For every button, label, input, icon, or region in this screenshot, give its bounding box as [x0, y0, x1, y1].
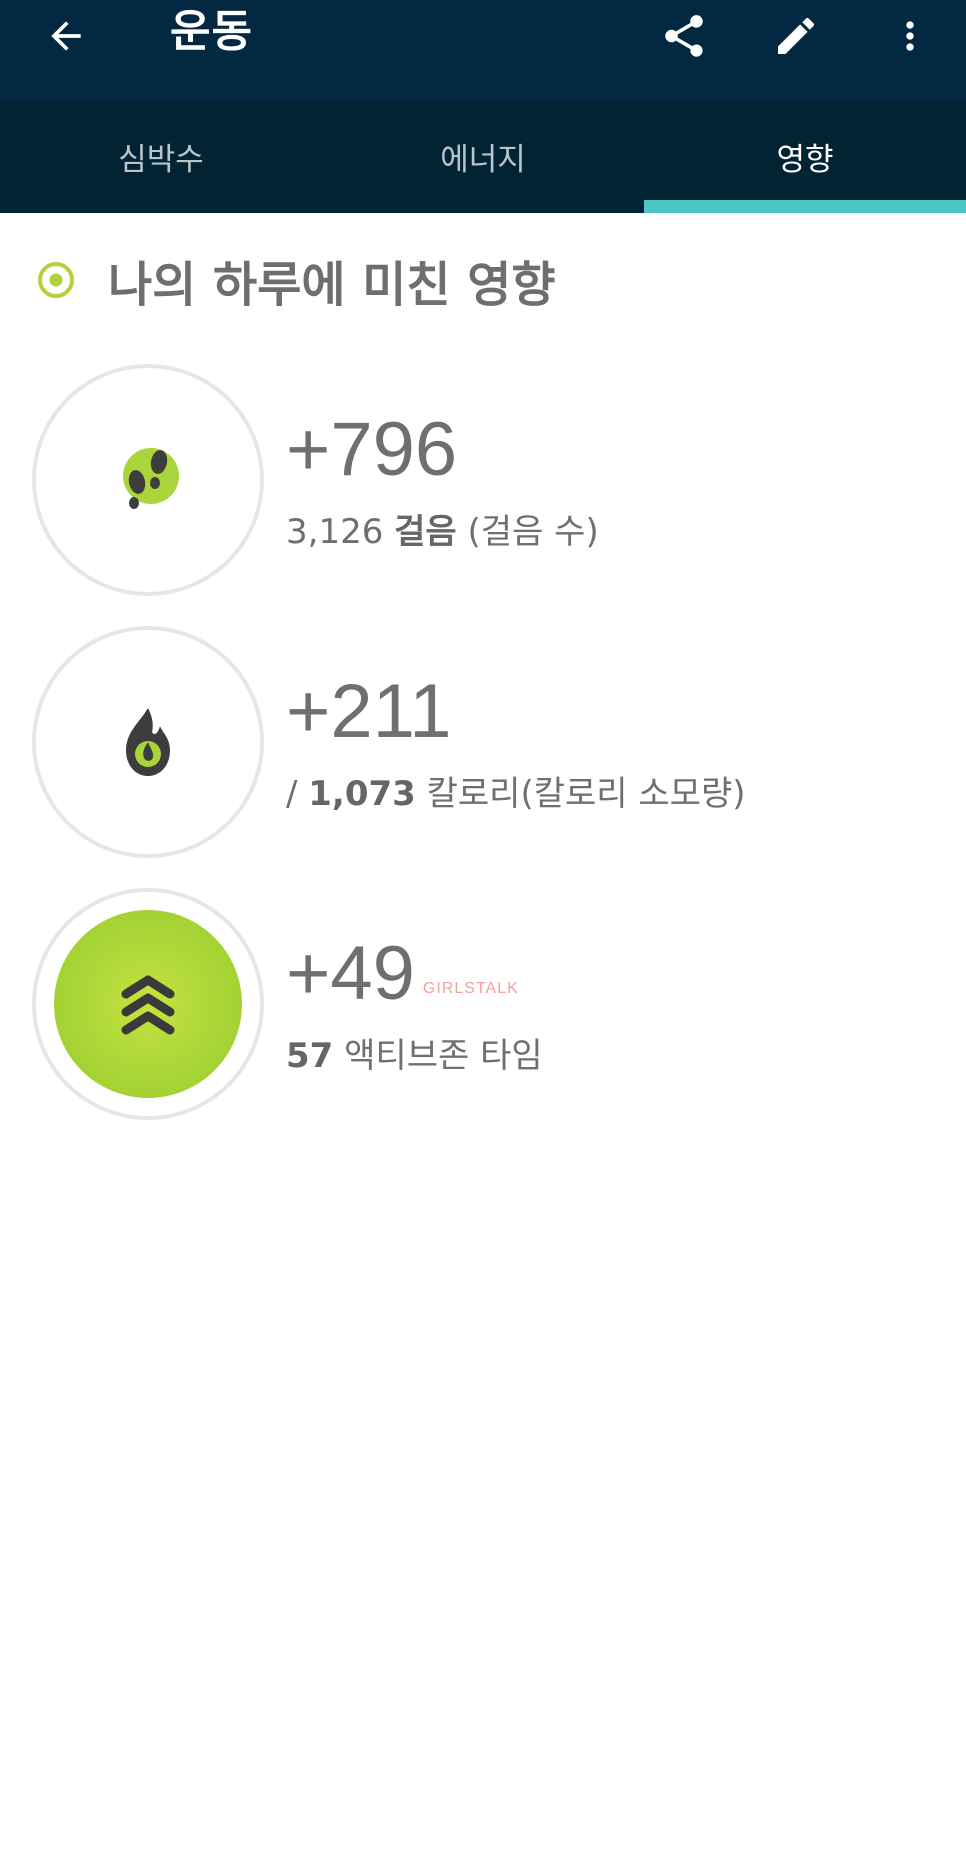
footprints-icon — [123, 448, 179, 509]
page-title: 운동 — [170, 6, 253, 57]
active-zone-detail: 57 액티브존 타임 — [286, 1028, 543, 1077]
app-bar: 운동 — [0, 0, 966, 100]
more-options-button[interactable] — [880, 6, 940, 66]
section-header: 나의 하루에 미친 영향 — [36, 238, 556, 322]
active-zone-unit: 액티브존 타임 — [344, 1036, 543, 1076]
pencil-icon — [778, 17, 815, 54]
steps-note: (걸음 수) — [467, 512, 599, 552]
edit-button[interactable] — [766, 6, 826, 66]
target-icon — [38, 262, 74, 298]
share-icon — [665, 15, 703, 57]
active-zone-badge — [32, 888, 264, 1120]
calories-total: 1,073 — [308, 774, 416, 814]
active-tab-indicator — [644, 200, 966, 213]
steps-detail: 3,126 걸음 (걸음 수) — [286, 504, 599, 553]
active-zone-total: 57 — [286, 1036, 334, 1076]
steps-delta: +796 — [286, 407, 458, 492]
flame-icon — [126, 708, 170, 776]
steps-total: 3,126 — [286, 512, 384, 552]
arrow-left-icon — [51, 21, 81, 51]
active-zone-delta-row: +49 GIRLSTALK — [286, 934, 519, 1014]
calories-note: (칼로리 소모량) — [520, 774, 746, 814]
metric-calories: +211 / 1,073 칼로리(칼로리 소모량) — [32, 626, 932, 858]
tab-energy[interactable]: 에너지 — [322, 100, 644, 213]
active-zone-fill — [54, 910, 242, 1098]
metric-steps: +796 3,126 걸음 (걸음 수) — [32, 364, 932, 596]
steps-badge — [32, 364, 264, 596]
calories-unit: 칼로리 — [426, 774, 521, 814]
calories-delta: +211 — [286, 669, 452, 754]
tab-impact[interactable]: 영향 — [644, 100, 966, 213]
tab-heart-rate[interactable]: 심박수 — [0, 100, 322, 213]
calories-prefix: / — [286, 774, 309, 814]
metric-active-zone: +49 GIRLSTALK 57 액티브존 타임 — [32, 888, 932, 1120]
steps-unit: 걸음 — [394, 512, 457, 552]
chevrons-up-icon — [121, 975, 175, 1035]
share-button[interactable] — [654, 6, 714, 66]
calories-detail: / 1,073 칼로리(칼로리 소모량) — [286, 766, 746, 815]
watermark-text: GIRLSTALK — [422, 980, 519, 997]
calories-badge — [32, 626, 264, 858]
more-vertical-icon — [906, 21, 914, 51]
tab-bar: 심박수 에너지 영향 — [0, 100, 966, 213]
active-zone-delta: +49 — [286, 931, 415, 1016]
back-button[interactable] — [36, 6, 96, 66]
section-title: 나의 하루에 미친 영향 — [108, 257, 556, 313]
